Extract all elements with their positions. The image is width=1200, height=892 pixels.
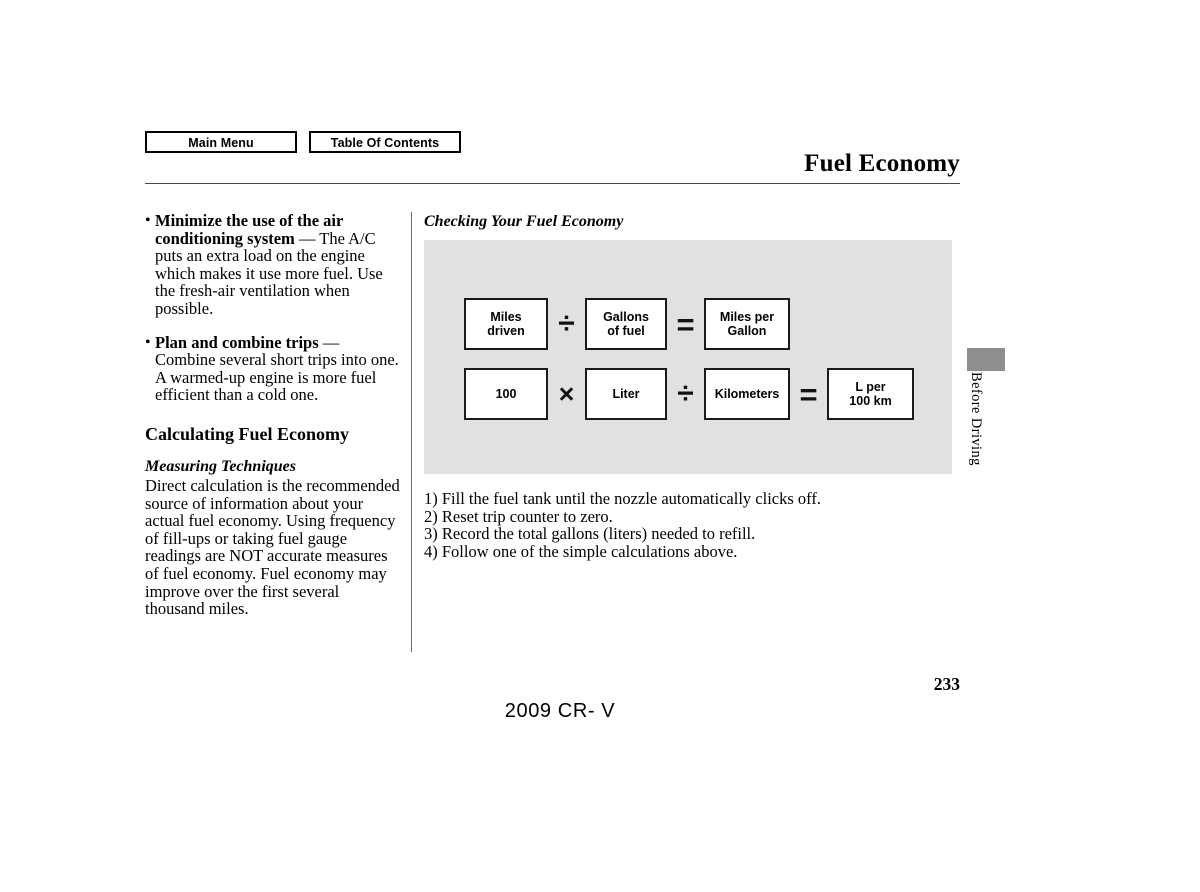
section-heading: Calculating Fuel Economy <box>145 423 350 444</box>
bullet-lead: Plan and combine trips <box>155 332 319 352</box>
divide-operator-icon: ÷ <box>558 307 575 340</box>
formula-box-line1: Kilometers <box>714 386 780 401</box>
bullet-dot-icon: • <box>145 333 151 351</box>
equals-operator-icon: = <box>676 306 695 342</box>
multiply-operator-icon: × <box>558 378 575 409</box>
formula-box-line2: of fuel <box>607 324 645 338</box>
model-year-label: 2009 CR- V <box>504 700 616 722</box>
formula-box-miles-driven: Miles driven <box>464 298 548 350</box>
sub-heading: Measuring Techniques <box>145 457 296 475</box>
formula-box-line1: Miles <box>490 309 522 324</box>
formula-box-miles-per-gallon: Miles per Gallon <box>704 298 790 350</box>
header-rule <box>145 183 960 184</box>
formula-box-liter: Liter <box>585 368 667 420</box>
list-item: 1) Fill the fuel tank until the nozzle a… <box>424 489 821 508</box>
page-title: Fuel Economy <box>804 150 960 177</box>
formula-box-line2: Gallon <box>727 324 767 338</box>
bullet-dot-icon: • <box>145 212 151 229</box>
formula-box-line1: L per <box>855 379 886 394</box>
bullet-body: Minimize the use of the air conditioning… <box>155 212 400 318</box>
section-tab-marker <box>967 348 1005 371</box>
formula-box-kilometers: Kilometers <box>704 368 790 420</box>
body-paragraph: Direct calculation is the recommended so… <box>145 475 400 619</box>
bullet-item: • Plan and combine trips — Combine sever… <box>145 332 400 404</box>
list-item: 4) Follow one of the simple calculations… <box>424 541 738 561</box>
right-column: Checking Your Fuel Economy Miles driven … <box>424 212 960 560</box>
section-tab-label: Before Driving <box>968 372 984 466</box>
page-number: 233 <box>933 674 960 694</box>
column-divider <box>411 212 412 652</box>
diagram-caption: Checking Your Fuel Economy <box>424 213 624 230</box>
formula-box-line1: Gallons <box>603 309 649 324</box>
formula-box-line1: Liter <box>612 386 640 401</box>
equals-operator-icon: = <box>799 376 818 412</box>
formula-diagram-panel: Miles driven ÷ Gallons of fuel = Miles p… <box>424 240 952 474</box>
list-item: 2) Reset trip counter to zero. <box>424 506 613 526</box>
formula-box-line1: Miles per <box>719 309 775 324</box>
left-column: • Minimize the use of the air conditioni… <box>145 212 400 618</box>
bullet-body: Plan and combine trips — Combine several… <box>155 332 400 404</box>
divide-operator-icon: ÷ <box>677 377 694 410</box>
formula-box-line2: 100 km <box>849 394 892 408</box>
formula-row-mpg: Miles driven ÷ Gallons of fuel = Miles p… <box>464 298 790 350</box>
numbered-steps-list: 1) Fill the fuel tank until the nozzle a… <box>424 490 960 560</box>
formula-row-l-per-100km: 100 × Liter ÷ Kilometers = L per 100 km <box>464 368 914 420</box>
formula-box-gallons-of-fuel: Gallons of fuel <box>585 298 667 350</box>
formula-box-line2: driven <box>487 324 525 338</box>
list-item: 3) Record the total gallons (liters) nee… <box>424 524 756 544</box>
formula-box-l-per-100km: L per 100 km <box>827 368 914 420</box>
formula-box-line1: 100 <box>495 386 517 401</box>
formula-box-hundred: 100 <box>464 368 548 420</box>
bullet-item: • Minimize the use of the air conditioni… <box>145 212 400 318</box>
